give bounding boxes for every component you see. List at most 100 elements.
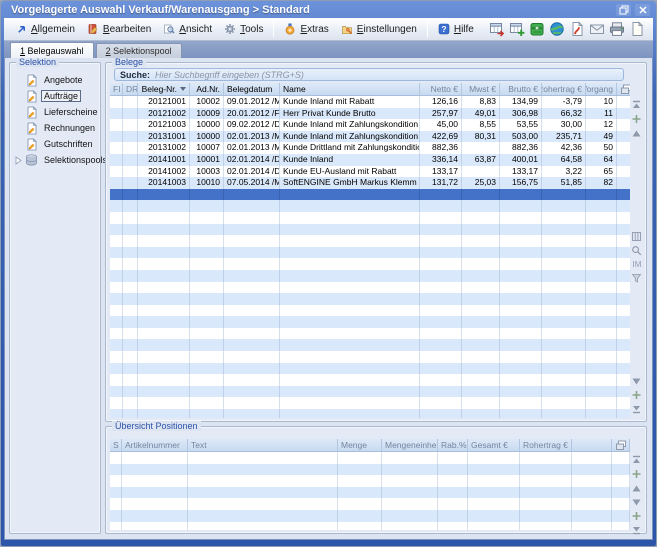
- scroll-bottom-button[interactable]: [630, 524, 643, 536]
- column-header-blank[interactable]: [572, 439, 612, 451]
- empty-row[interactable]: [110, 247, 630, 259]
- menu-allgemein[interactable]: Allgemein: [10, 22, 81, 37]
- scroll-bottom-button[interactable]: [630, 403, 643, 415]
- mail-button[interactable]: [587, 20, 607, 39]
- column-header-beleg-nr[interactable]: Beleg-Nr.: [138, 83, 190, 95]
- move-up-button[interactable]: [630, 482, 643, 494]
- empty-row[interactable]: [110, 397, 630, 409]
- empty-row[interactable]: [110, 510, 630, 522]
- empty-row[interactable]: [110, 522, 630, 530]
- empty-row[interactable]: [110, 386, 630, 398]
- empty-row[interactable]: [110, 464, 630, 476]
- table-row[interactable]: 201210031000009.02.2012 /DoKunde Inland …: [110, 119, 630, 131]
- empty-row[interactable]: [110, 200, 630, 212]
- move-up-button[interactable]: [630, 127, 643, 139]
- table-row[interactable]: 201410021000302.01.2014 /DoKunde EU-Ausl…: [110, 166, 630, 178]
- close-button[interactable]: [635, 4, 650, 16]
- table-row[interactable]: 201310011000002.01.2013 /MiKunde Inland …: [110, 131, 630, 143]
- column-header-rohertrag[interactable]: Rohertrag €: [520, 439, 572, 451]
- append-row-button[interactable]: [630, 510, 643, 522]
- column-header-name[interactable]: Name: [280, 83, 420, 95]
- tab-2-selektionspool[interactable]: 2 Selektionspool: [96, 43, 182, 58]
- empty-row[interactable]: [110, 270, 630, 282]
- empty-row[interactable]: [110, 328, 630, 340]
- tree-item-auftrage[interactable]: Aufträge: [12, 88, 98, 104]
- column-header-menge[interactable]: Menge: [338, 439, 382, 451]
- menu-bearbeiten[interactable]: Bearbeiten: [81, 21, 157, 37]
- table-row[interactable]: 201410031001007.05.2014 /MiSoftENGINE Gm…: [110, 177, 630, 189]
- table-row[interactable]: 201410011000102.01.2014 /DoKunde Inland3…: [110, 154, 630, 166]
- column-header-text[interactable]: Text: [188, 439, 338, 451]
- empty-row[interactable]: [110, 293, 630, 305]
- empty-row[interactable]: [110, 452, 630, 464]
- menu-ansicht[interactable]: Ansicht: [157, 21, 218, 37]
- scroll-top-button[interactable]: [630, 99, 643, 111]
- copy-window-icon[interactable]: [615, 440, 627, 451]
- column-header-brutto[interactable]: Brutto €: [500, 83, 542, 95]
- search-bar[interactable]: Suche:: [114, 68, 624, 81]
- table-row[interactable]: 201310021000702.01.2013 /MiKunde Drittla…: [110, 142, 630, 154]
- column-header-vorgang[interactable]: Vorgang: [586, 83, 617, 95]
- empty-row[interactable]: [110, 316, 630, 328]
- column-header-ad-nr[interactable]: Ad.Nr.: [190, 83, 224, 95]
- scroll-top-button[interactable]: [630, 454, 643, 466]
- table-export-button[interactable]: [487, 20, 507, 39]
- insert-row-button[interactable]: [630, 468, 643, 480]
- print-button[interactable]: [607, 20, 627, 39]
- empty-row[interactable]: [110, 282, 630, 294]
- column-settings-button[interactable]: [630, 230, 643, 242]
- column-header-artikelnummer[interactable]: Artikelnummer: [122, 439, 188, 451]
- empty-row[interactable]: [110, 498, 630, 510]
- tree-item-rechnungen[interactable]: Rechnungen: [12, 120, 98, 136]
- column-header-dr[interactable]: DR: [123, 83, 138, 95]
- pdf-button[interactable]: [567, 20, 587, 39]
- tree-item-angebote[interactable]: Angebote: [12, 72, 98, 88]
- table-add-button[interactable]: [507, 20, 527, 39]
- empty-row[interactable]: [110, 224, 630, 236]
- info-module-button[interactable]: IM: [630, 258, 643, 270]
- table-row[interactable]: 201210011000209.01.2012 /MoKunde Inland …: [110, 96, 630, 108]
- tree-item-lieferscheine[interactable]: Lieferscheine: [12, 104, 98, 120]
- tree-item-gutschriften[interactable]: Gutschriften: [12, 136, 98, 152]
- tab-1-belegauswahl[interactable]: 1 Belegauswahl: [10, 42, 94, 58]
- column-header-rab[interactable]: Rab.%: [438, 439, 468, 451]
- globe-button[interactable]: [547, 20, 567, 39]
- empty-row[interactable]: [110, 212, 630, 224]
- column-header-blank[interactable]: [612, 439, 630, 451]
- menu-tools[interactable]: Tools: [218, 21, 269, 37]
- empty-row[interactable]: [110, 351, 630, 363]
- column-header-mengeneinheit[interactable]: Mengeneinheit: [382, 439, 438, 451]
- search-zoom-button[interactable]: [630, 244, 643, 256]
- empty-row[interactable]: [110, 374, 630, 386]
- tree-item-selektionspools[interactable]: Selektionspools: [12, 152, 98, 168]
- append-row-button[interactable]: [630, 389, 643, 401]
- column-header-netto[interactable]: Netto €: [420, 83, 462, 95]
- column-header-fi[interactable]: FI: [110, 83, 123, 95]
- column-header-mwst[interactable]: Mwst €: [462, 83, 500, 95]
- column-header-rohertrag[interactable]: Rohertrag €: [542, 83, 586, 95]
- move-down-button[interactable]: [630, 496, 643, 508]
- restore-button[interactable]: [616, 4, 631, 16]
- empty-row[interactable]: [110, 305, 630, 317]
- empty-row[interactable]: [110, 475, 630, 487]
- filter-button[interactable]: [630, 272, 643, 284]
- column-header-gesamt[interactable]: Gesamt €: [468, 439, 520, 451]
- empty-row[interactable]: [110, 235, 630, 247]
- menu-einstellungen[interactable]: Einstellungen: [335, 21, 423, 37]
- search-input[interactable]: [155, 69, 618, 80]
- table-row[interactable]: 201210021000920.01.2012 /FrHerr Privat K…: [110, 108, 630, 120]
- new-document-button[interactable]: [627, 20, 647, 39]
- empty-row[interactable]: [110, 339, 630, 351]
- empty-row[interactable]: [110, 363, 630, 375]
- move-down-button[interactable]: [630, 375, 643, 387]
- archive-button[interactable]: [527, 20, 547, 39]
- insert-row-button[interactable]: [630, 113, 643, 125]
- empty-row[interactable]: [110, 487, 630, 499]
- menu-hilfe[interactable]: ?Hilfe: [432, 21, 480, 37]
- empty-row[interactable]: [110, 409, 630, 418]
- column-header-s[interactable]: S: [110, 439, 122, 451]
- menu-extras[interactable]: Extras: [278, 21, 334, 37]
- column-header-belegdatum[interactable]: Belegdatum: [224, 83, 280, 95]
- empty-row[interactable]: [110, 258, 630, 270]
- selected-row[interactable]: [110, 189, 630, 201]
